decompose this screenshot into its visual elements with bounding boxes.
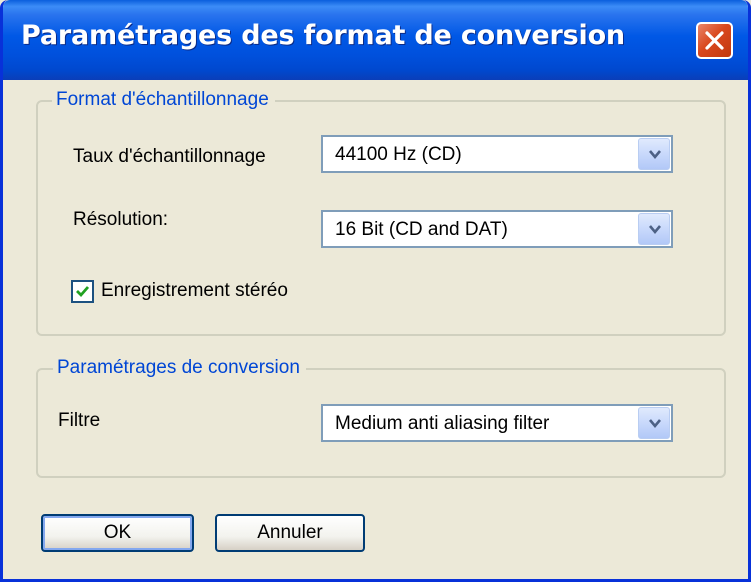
title-bar[interactable]: Paramétrages des format de conversion: [3, 0, 748, 80]
dialog-window: Paramétrages des format de conversion Fo…: [0, 0, 751, 582]
cancel-button[interactable]: Annuler: [215, 514, 365, 552]
chevron-down-icon: [649, 419, 661, 429]
filter-dropdown-button[interactable]: [638, 407, 670, 439]
ok-button[interactable]: OK: [41, 514, 194, 552]
close-icon: [705, 31, 724, 50]
resolution-select[interactable]: 16 Bit (CD and DAT): [321, 210, 673, 248]
chevron-down-icon: [649, 225, 661, 235]
resolution-dropdown-button[interactable]: [638, 213, 670, 245]
stereo-label[interactable]: Enregistrement stéréo: [101, 280, 288, 302]
sample-rate-label: Taux d'échantillonnage: [73, 146, 266, 167]
filter-select[interactable]: Medium anti aliasing filter: [321, 404, 673, 442]
resolution-value: 16 Bit (CD and DAT): [335, 219, 508, 240]
sample-rate-select[interactable]: 44100 Hz (CD): [321, 135, 673, 173]
resolution-label: Résolution:: [73, 209, 169, 230]
stereo-checkbox[interactable]: [71, 280, 94, 303]
sample-rate-dropdown-button[interactable]: [638, 138, 670, 170]
sample-rate-value: 44100 Hz (CD): [335, 144, 462, 165]
close-button[interactable]: [696, 22, 733, 59]
window-title: Paramétrages des format de conversion: [21, 20, 625, 51]
conversion-settings-legend: Paramétrages de conversion: [53, 357, 306, 379]
filter-label: Filtre: [58, 410, 101, 431]
chevron-down-icon: [649, 150, 661, 160]
checkmark-icon: [76, 286, 90, 298]
filter-value: Medium anti aliasing filter: [335, 413, 550, 434]
sampling-format-legend: Format d'échantillonnage: [52, 89, 275, 111]
dialog-client-area: Format d'échantillonnage Taux d'échantil…: [3, 80, 748, 579]
